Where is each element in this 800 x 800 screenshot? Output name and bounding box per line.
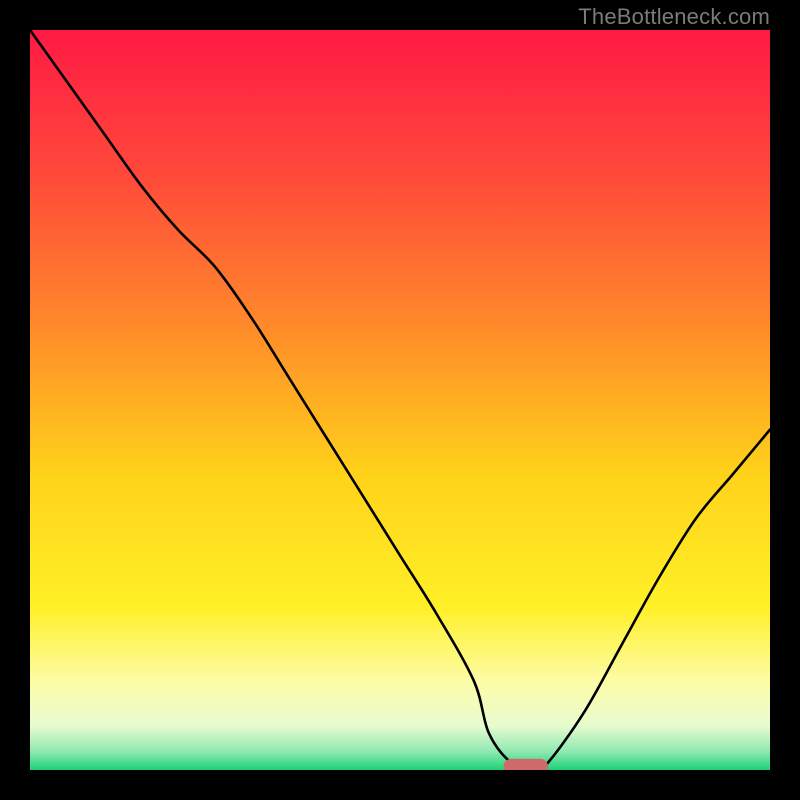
bottleneck-chart (30, 30, 770, 770)
watermark-text: TheBottleneck.com (578, 4, 770, 30)
gradient-background (30, 30, 770, 770)
optimal-marker (504, 759, 548, 770)
plot-area (30, 30, 770, 770)
chart-frame: TheBottleneck.com (0, 0, 800, 800)
